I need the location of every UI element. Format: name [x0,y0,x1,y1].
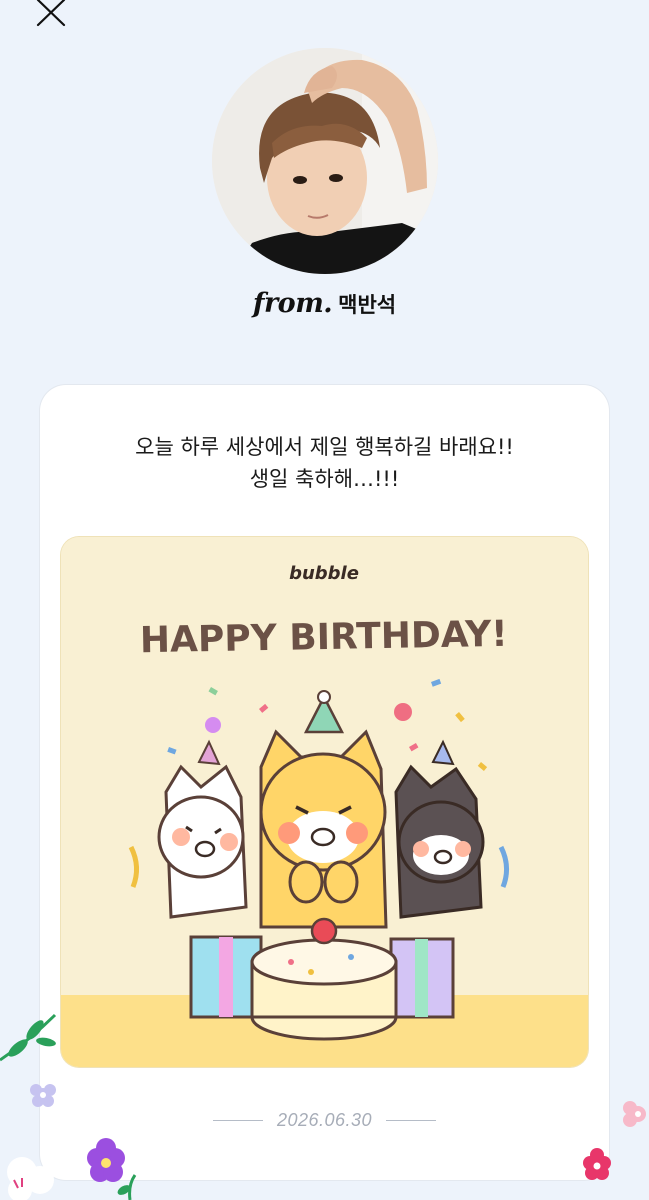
birthday-card-image: bubble HAPPY BIRTHDAY! [61,537,588,1067]
sender-name: 맥반석 [338,293,397,317]
letter-card: 오늘 하루 세상에서 제일 행복하길 바래요!! 생일 축하해…!!! bubb… [40,385,609,1180]
message-line-1: 오늘 하루 세상에서 제일 행복하길 바래요!! [135,435,514,459]
date-divider-right [386,1119,437,1121]
letter-date: 2026.06.30 [276,1109,373,1130]
sender-row: from. 맥반석 [0,284,649,324]
message-line-2: 생일 축하해…!!! [249,467,400,491]
close-button[interactable] [32,0,70,30]
letter-message: 오늘 하루 세상에서 제일 행복하길 바래요!! 생일 축하해…!!! [40,431,609,495]
close-icon [36,0,66,27]
avatar [212,48,438,274]
from-label: from. [252,288,333,319]
letter-date-row: 2026.06.30 [40,1105,609,1135]
flower-icon [623,1101,646,1127]
brand-logo: bubble [289,563,359,584]
date-divider-left [212,1119,263,1121]
birthday-headline: HAPPY BIRTHDAY! [140,614,508,661]
